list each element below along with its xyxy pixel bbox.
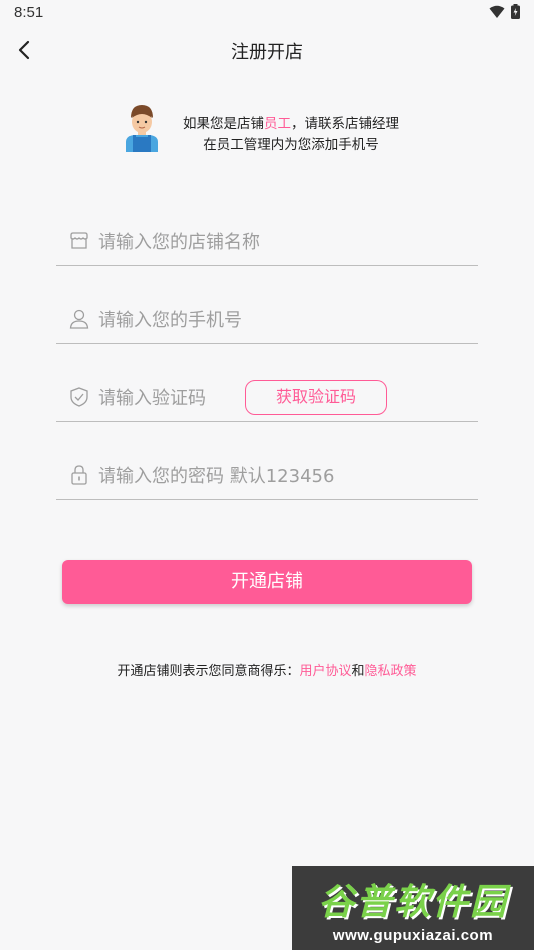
page-title: 注册开店 <box>231 42 303 63</box>
privacy-policy-link[interactable]: 隐私政策 <box>365 664 417 679</box>
user-icon <box>69 309 89 329</box>
store-name-input[interactable] <box>98 224 428 260</box>
watermark-logo: 谷普软件园 www.gupuxiazai.com <box>292 866 534 950</box>
battery-icon <box>511 4 520 19</box>
user-agreement-link[interactable]: 用户协议 <box>299 664 351 679</box>
status-bar: 8:51 <box>0 0 534 26</box>
phone-field <box>56 294 478 344</box>
lock-icon <box>71 465 87 485</box>
watermark-url: www.gupuxiazai.com <box>332 926 494 944</box>
shield-check-icon <box>70 387 88 407</box>
employee-avatar-icon <box>126 105 158 152</box>
notice-line-2: 在员工管理内为您添加手机号 <box>203 137 379 153</box>
status-time: 8:51 <box>14 4 44 21</box>
password-field <box>56 450 478 500</box>
employee-notice: 如果您是店铺员工，请联系店铺经理 在员工管理内为您添加手机号 <box>122 104 422 156</box>
employee-highlight: 员工 <box>264 116 291 132</box>
agreement-text: 开通店铺则表示您同意商得乐：用户协议和隐私政策 <box>117 664 417 679</box>
verification-code-field: 获取验证码 <box>56 372 478 422</box>
verification-code-input[interactable] <box>98 380 248 416</box>
notice-line-1: 如果您是店铺员工，请联系店铺经理 <box>183 116 399 132</box>
phone-input[interactable] <box>98 302 428 338</box>
watermark-title: 谷普软件园 <box>317 881 508 923</box>
status-icons <box>489 4 520 19</box>
get-code-button[interactable]: 获取验证码 <box>245 380 387 415</box>
wifi-icon <box>489 5 505 18</box>
nav-bar: 注册开店 <box>0 26 534 74</box>
open-store-button[interactable]: 开通店铺 <box>62 560 472 604</box>
store-icon <box>70 232 88 249</box>
password-input[interactable] <box>98 458 428 494</box>
notice-text: 如果您是店铺员工，请联系店铺经理 在员工管理内为您添加手机号 <box>166 114 416 156</box>
store-name-field <box>56 216 478 266</box>
